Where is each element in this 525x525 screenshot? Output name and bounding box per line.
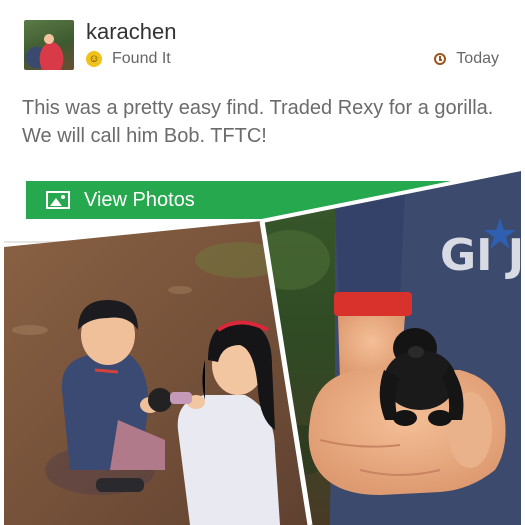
svg-text:GI J: GI J xyxy=(440,230,524,281)
photo-collage: GI J xyxy=(4,167,524,525)
